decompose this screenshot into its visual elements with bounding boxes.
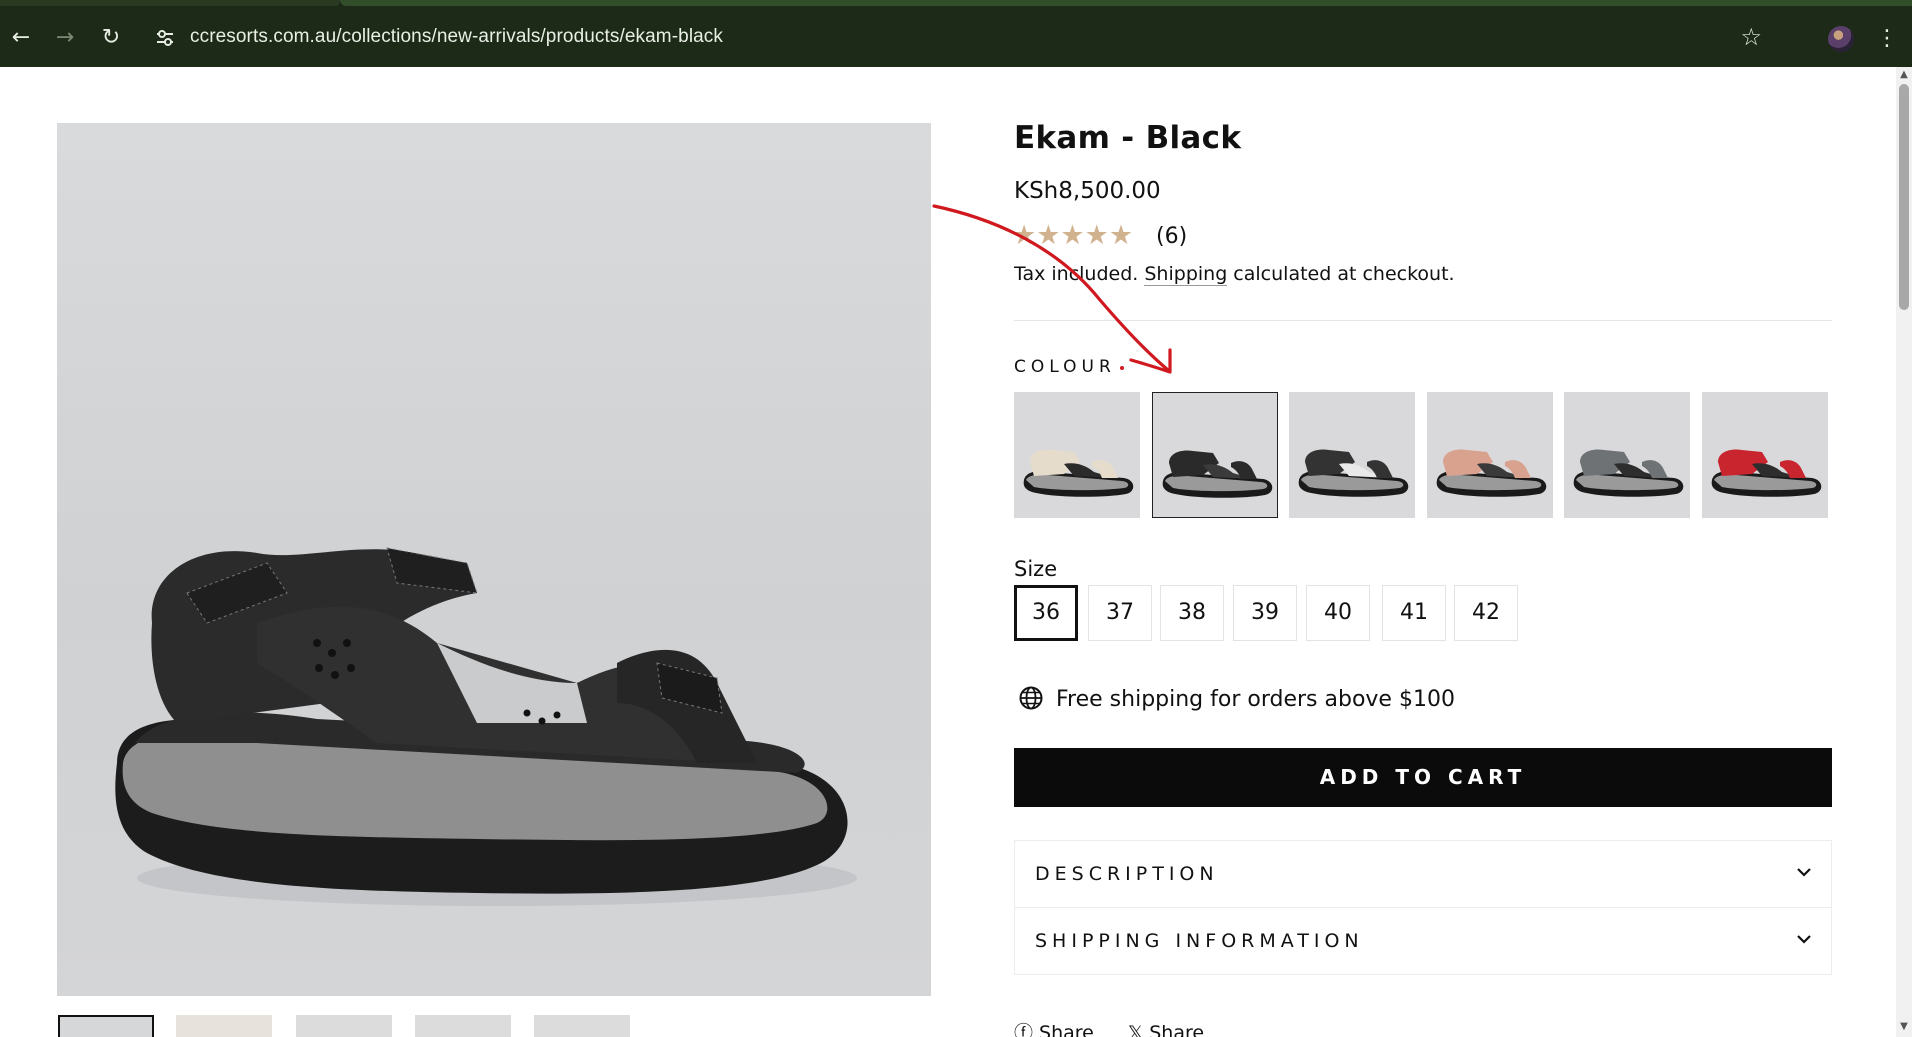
divider — [1014, 320, 1832, 321]
thumbnail-3[interactable] — [296, 1015, 392, 1037]
colour-swatch-beige[interactable] — [1014, 392, 1140, 518]
size-option-40[interactable]: 40 — [1306, 585, 1370, 641]
tax-note: Tax included. Shipping calculated at che… — [1014, 263, 1455, 286]
swatch-sandal-image — [1573, 449, 1684, 497]
x-icon: 𝕏 — [1127, 1022, 1144, 1037]
size-label: Size — [1014, 557, 1058, 581]
url-text[interactable]: ccresorts.com.au/collections/new-arrival… — [190, 26, 723, 48]
swatch-sandal-image — [1436, 449, 1546, 497]
address-bar[interactable]: ccresorts.com.au/collections/new-arrival… — [146, 17, 1786, 59]
x-share[interactable]: 𝕏 Share — [1128, 1022, 1204, 1037]
swatch-sandal-image — [1298, 449, 1409, 497]
free-shipping-text: Free shipping for orders above $100 — [1056, 687, 1455, 712]
shipping-information-accordion[interactable]: SHIPPING INFORMATION — [1014, 907, 1832, 975]
free-shipping-note: Free shipping for orders above $100 — [1018, 685, 1455, 712]
facebook-share-label: Share — [1039, 1022, 1094, 1037]
size-option-42[interactable]: 42 — [1454, 585, 1518, 641]
product-main-image[interactable] — [57, 123, 931, 996]
bookmark-star-icon[interactable]: ☆ — [1740, 23, 1762, 51]
browser-toolbar: ← → ↻ ccresorts.com.au/collections/new-a… — [0, 6, 1912, 67]
add-to-cart-button[interactable]: ADD TO CART — [1014, 748, 1832, 807]
site-info-icon[interactable] — [154, 27, 176, 49]
swatch-sandal-image — [1023, 449, 1134, 497]
colour-swatch-black-white[interactable] — [1289, 392, 1415, 518]
swatch-sandal-image — [1162, 450, 1272, 498]
menu-kebab-icon[interactable]: ⋮ — [1876, 24, 1898, 54]
size-option-41[interactable]: 41 — [1382, 585, 1446, 641]
review-count[interactable]: (6) — [1156, 224, 1187, 249]
forward-icon[interactable]: → — [50, 23, 80, 53]
thumbnail-4[interactable] — [415, 1015, 511, 1037]
size-option-36[interactable]: 36 — [1014, 585, 1078, 641]
rating-stars-icon[interactable]: ★★★★★ — [1012, 220, 1133, 251]
thumbnail-2[interactable] — [176, 1015, 272, 1037]
facebook-share[interactable]: ⓕ Share — [1014, 1022, 1094, 1037]
colour-swatch-red[interactable] — [1701, 392, 1828, 518]
x-share-label: Share — [1149, 1022, 1205, 1037]
tax-prefix: Tax included. — [1014, 263, 1145, 285]
sandal-illustration — [115, 547, 857, 906]
size-option-37[interactable]: 37 — [1088, 585, 1152, 641]
scrollbar-thumb[interactable] — [1899, 84, 1909, 310]
chevron-down-icon — [1797, 868, 1811, 877]
shipping-information-label: SHIPPING INFORMATION — [1035, 930, 1364, 952]
tax-suffix: calculated at checkout. — [1227, 263, 1455, 285]
size-option-39[interactable]: 39 — [1233, 585, 1297, 641]
colour-swatch-grey[interactable] — [1564, 392, 1690, 518]
colour-swatch-pink[interactable] — [1426, 392, 1553, 518]
facebook-icon: ⓕ — [1014, 1022, 1034, 1037]
profile-avatar[interactable] — [1828, 26, 1854, 52]
scroll-up-arrow-icon[interactable]: ▲ — [1899, 70, 1909, 80]
colour-label: COLOUR — [1014, 357, 1116, 377]
globe-icon — [1019, 686, 1043, 710]
product-price: KSh8,500.00 — [1014, 178, 1161, 204]
back-icon[interactable]: ← — [6, 23, 36, 53]
description-label: DESCRIPTION — [1035, 863, 1219, 885]
chevron-down-icon — [1797, 935, 1811, 944]
shipping-policy-link[interactable]: Shipping — [1144, 263, 1228, 286]
swatch-sandal-image — [1711, 449, 1821, 497]
scroll-down-arrow-icon[interactable]: ▼ — [1899, 1022, 1909, 1032]
thumbnail-5[interactable] — [534, 1015, 630, 1037]
product-title: Ekam - Black — [1014, 120, 1242, 156]
reload-icon[interactable]: ↻ — [96, 23, 126, 53]
colour-swatch-black[interactable] — [1151, 392, 1278, 518]
thumbnail-1[interactable] — [58, 1015, 154, 1037]
description-accordion[interactable]: DESCRIPTION — [1014, 840, 1832, 908]
size-option-38[interactable]: 38 — [1160, 585, 1224, 641]
share-row: ⓕ Share 𝕏 Share — [1014, 1018, 1232, 1037]
